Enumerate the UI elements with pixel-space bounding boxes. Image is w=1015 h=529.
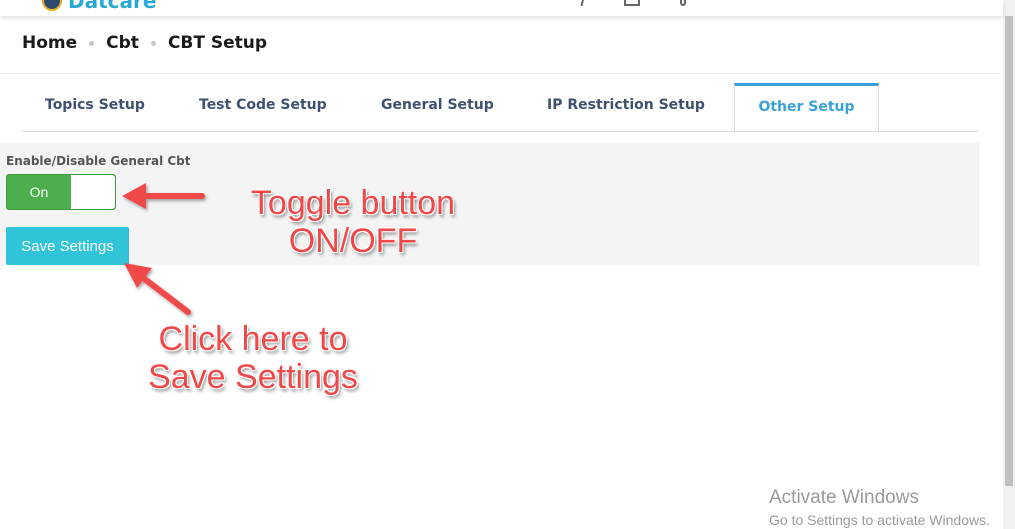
other-setup-panel: Enable/Disable General Cbt On Save Setti…: [0, 143, 979, 265]
setup-tabs: Topics Setup Test Code Setup General Set…: [22, 83, 979, 132]
search-icon[interactable]: [576, 0, 586, 6]
bell-icon[interactable]: [680, 0, 686, 6]
header-divider: [0, 73, 1000, 74]
general-cbt-toggle[interactable]: On: [6, 174, 116, 210]
save-annotation: Click here to Save Settings: [135, 320, 371, 396]
windows-activation-watermark: Activate Windows Go to Settings to activ…: [769, 487, 990, 529]
toggle-label: Enable/Disable General Cbt: [6, 154, 191, 168]
toggle-annotation-line2: ON/OFF: [288, 222, 418, 260]
breadcrumb-separator: [150, 40, 156, 46]
tab-topics-setup[interactable]: Topics Setup: [45, 83, 145, 130]
toggle-state-label: On: [29, 184, 49, 200]
toggle-annotation: Toggle button ON/OFF: [238, 184, 468, 260]
watermark-subtitle: Go to Settings to activate Windows.: [769, 512, 990, 528]
toggle-annotation-line1: Toggle button: [250, 184, 456, 222]
breadcrumb: Home Cbt CBT Setup: [22, 33, 267, 53]
breadcrumb-separator: [89, 40, 95, 46]
save-settings-button[interactable]: Save Settings: [6, 227, 129, 265]
app-name: Datcare: [68, 0, 157, 13]
app-logo[interactable]: Datcare: [42, 0, 156, 11]
tab-other-setup[interactable]: Other Setup: [734, 83, 879, 131]
toggle-knob[interactable]: [71, 175, 115, 209]
tab-ip-restriction-setup[interactable]: IP Restriction Setup: [547, 83, 705, 130]
document-icon[interactable]: [624, 0, 640, 6]
app-logo-icon: [42, 0, 62, 11]
arrow-icon: [124, 263, 191, 315]
save-annotation-line2: Save Settings: [148, 358, 358, 396]
top-navbar: Datcare: [0, 0, 1003, 16]
breadcrumb-cbt[interactable]: Cbt: [106, 33, 139, 53]
tab-test-code-setup[interactable]: Test Code Setup: [199, 83, 327, 130]
save-annotation-line1: Click here to: [158, 320, 348, 358]
scrollbar-thumb[interactable]: [1005, 16, 1013, 486]
page-scrollbar[interactable]: [1003, 0, 1015, 529]
watermark-title: Activate Windows: [769, 487, 919, 508]
breadcrumb-home[interactable]: Home: [22, 33, 77, 53]
breadcrumb-current: CBT Setup: [167, 33, 268, 53]
tab-general-setup[interactable]: General Setup: [381, 83, 494, 130]
